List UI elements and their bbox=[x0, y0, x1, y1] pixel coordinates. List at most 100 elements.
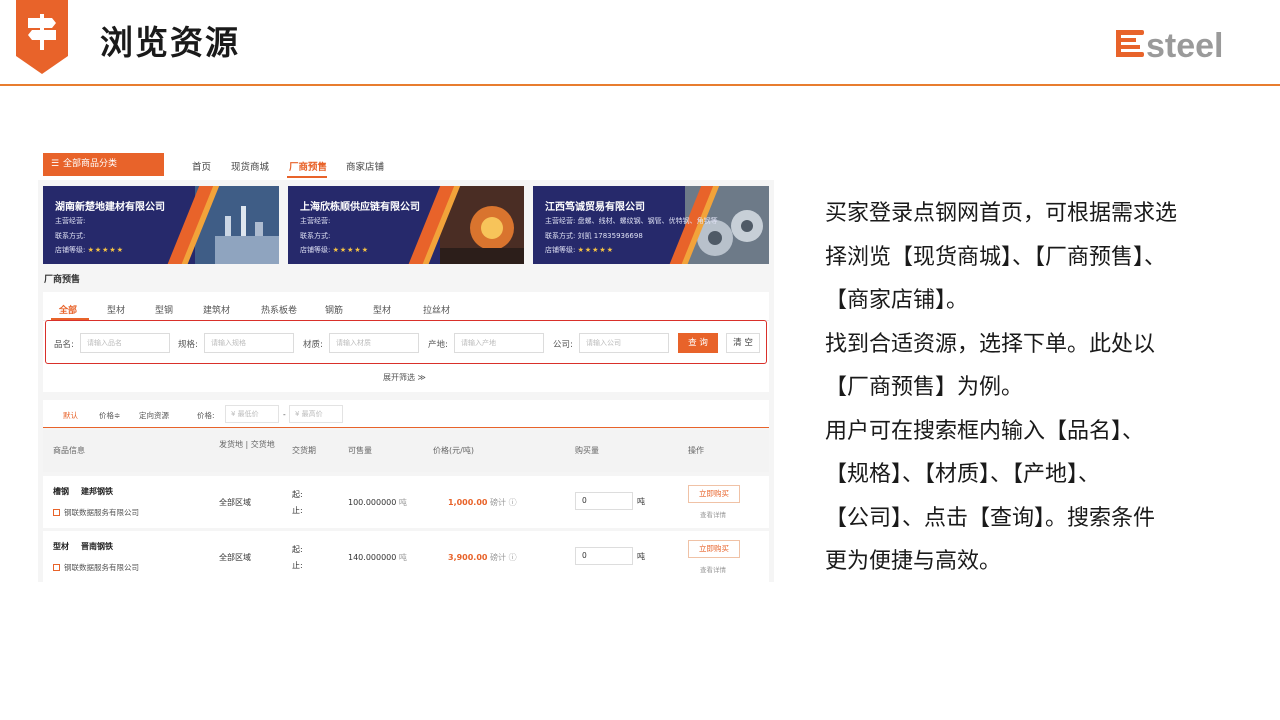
col-buy-qty: 购买量 bbox=[575, 446, 599, 455]
sort-price[interactable]: 价格≑ bbox=[99, 410, 120, 421]
search-form: 品名: 请输入品名 规格: 请输入规格 材质: 请输入材质 产地: 请输入产地 … bbox=[45, 320, 767, 364]
banner-rating-label: 店铺等级: bbox=[55, 246, 86, 254]
spec-input[interactable]: 请输入规格 bbox=[204, 333, 294, 353]
price-note: 磅计 ⓘ bbox=[490, 553, 517, 562]
buy-quantity-unit: 吨 bbox=[637, 552, 645, 561]
slide-title: 浏览资源 bbox=[100, 23, 240, 62]
store-banner[interactable]: 湖南新楚地建材有限公司 主营经营: 联系方式: 店铺等级: ★★★★★ bbox=[43, 186, 279, 264]
all-categories-label: 全部商品分类 bbox=[63, 159, 118, 169]
product-brand: 建邦钢铁 bbox=[81, 487, 113, 496]
nav-link-spot-mall[interactable]: 现货商城 bbox=[231, 159, 269, 173]
company-label: 公司: bbox=[553, 340, 573, 350]
col-price: 价格(元/吨) bbox=[433, 446, 474, 455]
view-details-link[interactable]: 查看详情 bbox=[700, 564, 726, 574]
product-name-input[interactable]: 请输入品名 bbox=[80, 333, 170, 353]
instruction-line: 【公司】、点击【查询】。搜索条件 bbox=[825, 505, 1156, 531]
sort-bar: 默认 价格≑ 定向资源 价格: ¥ 最低价 - ¥ 最高价 bbox=[43, 400, 769, 428]
available-qty-unit: 吨 bbox=[398, 553, 407, 562]
tab-wire-rod[interactable]: 拉丝材 bbox=[423, 303, 450, 316]
banner-company-name: 湖南新楚地建材有限公司 bbox=[55, 202, 165, 213]
all-categories-button[interactable]: ☰ 全部商品分类 bbox=[43, 153, 164, 176]
price-range-dash: - bbox=[283, 410, 286, 419]
tab-all[interactable]: 全部 bbox=[59, 303, 77, 316]
tab-profile-2[interactable]: 型材 bbox=[373, 303, 391, 316]
instruction-line: 【规格】、【材质】、【产地】、 bbox=[825, 462, 1101, 487]
price-value: 1,000.00 bbox=[448, 498, 488, 507]
nav-link-home[interactable]: 首页 bbox=[192, 159, 211, 173]
buy-quantity-input[interactable]: 0 bbox=[575, 547, 633, 565]
query-button[interactable]: 查 询 bbox=[678, 333, 718, 353]
instruction-line: 用户可在搜索框内输入【品名】、 bbox=[825, 418, 1145, 444]
star-rating-icon: ★★★★★ bbox=[87, 246, 124, 254]
origin-input[interactable]: 请输入产地 bbox=[454, 333, 544, 353]
region: 全部区域 bbox=[219, 498, 251, 507]
product-name-label: 品名: bbox=[54, 340, 74, 350]
price-cell: 3,900.00 磅计 ⓘ bbox=[448, 552, 517, 563]
sort-default[interactable]: 默认 bbox=[63, 410, 78, 421]
banner-business: 主营经营: bbox=[55, 217, 86, 225]
buy-quantity-unit: 吨 bbox=[637, 497, 645, 506]
instruction-text: 买家登录点钢网首页，可根据需求选 择浏览【现货商城】、【厂商预售】、 【商家店铺… bbox=[825, 192, 1245, 584]
banner-business: 主营经营: 盘螺、线材、螺纹钢、钢管、优特钢、角钢等 bbox=[545, 217, 718, 225]
available-qty: 140.000000 吨 bbox=[348, 552, 407, 563]
buy-now-button[interactable]: 立即购买 bbox=[688, 540, 740, 558]
store-banner[interactable]: 江西笃诚贸易有限公司 主营经营: 盘螺、线材、螺纹钢、钢管、优特钢、角钢等 联系… bbox=[533, 186, 769, 264]
max-price-input[interactable]: ¥ 最高价 bbox=[289, 405, 343, 423]
tab-section-steel[interactable]: 型钢 bbox=[155, 303, 173, 316]
origin-label: 产地: bbox=[428, 340, 448, 350]
col-product-info: 商品信息 bbox=[53, 446, 85, 455]
menu-icon: ☰ bbox=[51, 159, 60, 169]
sort-directed[interactable]: 定向资源 bbox=[139, 410, 169, 421]
star-rating-icon: ★★★★★ bbox=[332, 246, 369, 254]
clear-button[interactable]: 清 空 bbox=[726, 333, 760, 353]
banner-rating-label: 店铺等级: bbox=[300, 246, 331, 254]
banner-rating: 店铺等级: ★★★★★ bbox=[545, 245, 614, 255]
price-range-label: 价格: bbox=[197, 411, 215, 420]
nav-link-merchant-stores[interactable]: 商家店铺 bbox=[346, 159, 384, 173]
tab-profile[interactable]: 型材 bbox=[107, 303, 125, 316]
price-value: 3,900.00 bbox=[448, 553, 488, 562]
buy-now-button[interactable]: 立即购买 bbox=[688, 485, 740, 503]
banner-business: 主营经营: bbox=[300, 217, 331, 225]
company-link[interactable]: 钢联数据服务有限公司 bbox=[53, 562, 139, 573]
active-nav-indicator bbox=[287, 176, 327, 178]
tab-hot-rolled[interactable]: 热系板卷 bbox=[261, 303, 297, 316]
banner-company-name: 江西笃诚贸易有限公司 bbox=[545, 202, 645, 213]
header-divider bbox=[0, 84, 1280, 86]
period-start: 起: bbox=[292, 490, 303, 499]
col-delivery-period: 交货期 bbox=[292, 446, 316, 455]
buy-quantity-input[interactable]: 0 bbox=[575, 492, 633, 510]
instruction-line: 【厂商预售】为例。 bbox=[825, 375, 1024, 400]
table-row: 槽钢 建邦钢铁 钢联数据服务有限公司 全部区域 起: 止: 100.000000… bbox=[43, 476, 769, 528]
table-row: 型材 晋南钢铁 钢联数据服务有限公司 全部区域 起: 止: 140.000000… bbox=[43, 531, 769, 582]
tab-rebar[interactable]: 钢筋 bbox=[325, 303, 343, 316]
company-link[interactable]: 钢联数据服务有限公司 bbox=[53, 507, 139, 518]
store-banner[interactable]: 上海欣栋顺供应链有限公司 主营经营: 联系方式: 店铺等级: ★★★★★ bbox=[288, 186, 524, 264]
product-name: 槽钢 bbox=[53, 487, 69, 496]
nav-link-manufacturer-presale[interactable]: 厂商预售 bbox=[289, 159, 327, 173]
period-end: 止: bbox=[292, 561, 303, 570]
instruction-line: 【商家店铺】。 bbox=[825, 288, 969, 313]
view-details-link[interactable]: 查看详情 bbox=[700, 509, 726, 519]
banner-company-name: 上海欣栋顺供应链有限公司 bbox=[300, 202, 420, 213]
material-input[interactable]: 请输入材质 bbox=[329, 333, 419, 353]
tab-construction[interactable]: 建筑材 bbox=[203, 303, 230, 316]
period-start: 起: bbox=[292, 545, 303, 554]
company-input[interactable]: 请输入公司 bbox=[579, 333, 669, 353]
company-icon bbox=[53, 564, 60, 571]
col-delivery-place: 发货地 | 交货地 bbox=[219, 440, 275, 449]
banner-contact: 联系方式: bbox=[300, 232, 331, 240]
instruction-line: 找到合适资源，选择下单。此处以 bbox=[825, 331, 1156, 357]
instruction-line: 更为便捷与高效。 bbox=[825, 549, 1002, 574]
min-price-input[interactable]: ¥ 最低价 bbox=[225, 405, 279, 423]
expand-filters-toggle[interactable]: 展开筛选 ≫ bbox=[383, 372, 426, 383]
company-name: 钢联数据服务有限公司 bbox=[64, 508, 139, 517]
filter-panel: 全部 型材 型钢 建筑材 热系板卷 钢筋 型材 拉丝材 品名: 请输入品名 规格… bbox=[43, 292, 769, 392]
product-name: 型材 bbox=[53, 542, 69, 551]
instruction-line: 买家登录点钢网首页，可根据需求选 bbox=[825, 201, 1178, 226]
available-qty-value: 100.000000 bbox=[348, 498, 397, 507]
star-rating-icon: ★★★★★ bbox=[577, 246, 614, 254]
svg-text:steel: steel bbox=[1146, 27, 1224, 64]
product-brand: 晋南钢铁 bbox=[81, 542, 113, 551]
col-available: 可售量 bbox=[348, 446, 372, 455]
